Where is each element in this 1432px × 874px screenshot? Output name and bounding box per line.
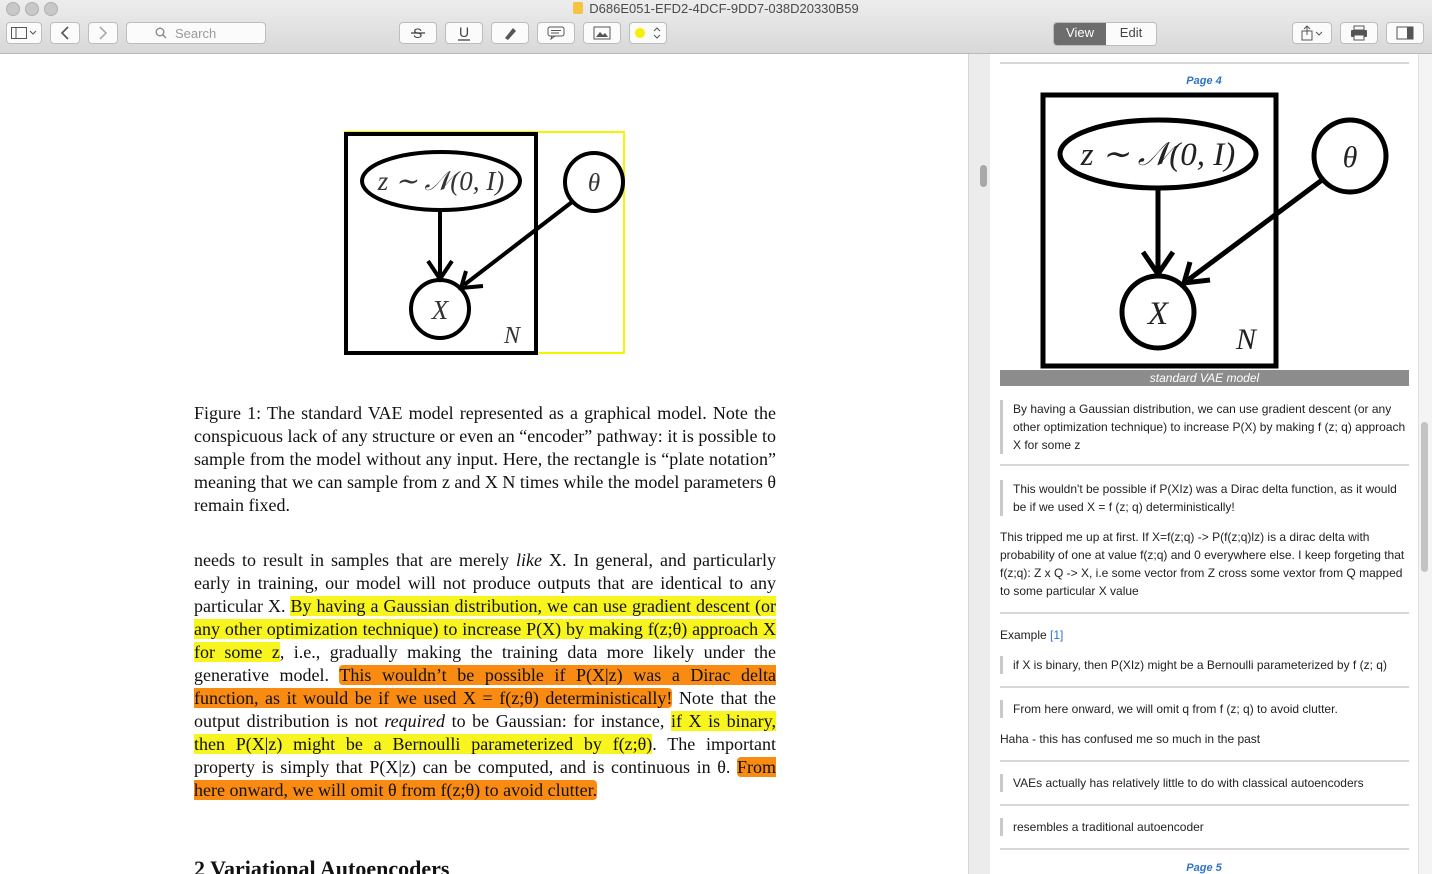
page-5-label[interactable]: Page 5 [990, 862, 1418, 874]
thumbnail-latent-label: z ∼ 𝒩(0, I) [1080, 137, 1236, 173]
comment-text[interactable]: Haha - this has confused me so much in t… [1000, 730, 1409, 748]
thumbnail-caption: standard VAE model [1000, 370, 1409, 386]
image-button[interactable] [583, 22, 621, 44]
figure-thumbnail[interactable]: z ∼ 𝒩(0, I) θ X N [1000, 92, 1409, 372]
section-heading: 2 Variational Autoencoders [194, 856, 450, 874]
figure-caption: Figure 1: The standard VAE model represe… [194, 403, 776, 515]
svg-text:U: U [459, 25, 469, 40]
image-icon [593, 26, 611, 40]
divider [1000, 612, 1409, 614]
stepper-icon [653, 27, 661, 39]
chevron-right-icon [99, 26, 108, 40]
example-note[interactable]: Example [1] [1000, 626, 1409, 644]
document-icon [573, 2, 584, 14]
latent-node-label: z ∼ 𝒩(0, I) [377, 166, 504, 196]
window-toolbar: D686E051-EFD2-4DCF-9DD7-038D20330B59 Sea… [0, 0, 1432, 54]
parameter-node-label: θ [588, 170, 600, 197]
highlight-note[interactable]: if X is binary, then P(XIz) might be a B… [1000, 656, 1409, 674]
note-button[interactable] [537, 22, 575, 44]
reference-link[interactable]: [1] [1050, 628, 1063, 642]
underline-icon: U [458, 25, 470, 41]
observed-node-label: X [431, 295, 450, 325]
text-run: to be Gaussian: for instance, [445, 711, 671, 731]
page-4-label[interactable]: Page 4 [990, 75, 1418, 87]
document-scrollbar-thumb[interactable] [980, 165, 987, 187]
thumbnail-edge [1186, 177, 1324, 283]
forward-button[interactable] [88, 22, 118, 44]
divider [1000, 848, 1409, 850]
highlight-color-picker[interactable] [629, 22, 667, 44]
view-tab[interactable]: View [1054, 23, 1106, 45]
inspector-panel-icon [1396, 26, 1414, 40]
thumbnail-parameter-label: θ [1343, 141, 1358, 174]
comment-text[interactable]: This tripped me up at first. If X=f(z;q)… [1000, 528, 1409, 600]
notes-scrollbar-thumb[interactable] [1421, 422, 1428, 572]
inspector-toggle-button[interactable] [1386, 22, 1424, 44]
edit-tab[interactable]: Edit [1106, 23, 1156, 45]
speech-bubble-icon [547, 26, 565, 40]
back-button[interactable] [50, 22, 80, 44]
divider [1000, 686, 1409, 688]
strikethrough-icon: S [411, 25, 425, 41]
search-placeholder: Search [175, 25, 217, 41]
highlight-note[interactable]: VAEs actually has relatively little to d… [1000, 774, 1409, 792]
highlight-note[interactable]: From here onward, we will omit q from f … [1000, 700, 1409, 718]
search-input[interactable]: Search [126, 22, 266, 44]
thumbnail-plate-label: N [1235, 323, 1258, 356]
thumbnail-observed-label: X [1146, 296, 1170, 332]
view-edit-segmented-control: View Edit [1053, 22, 1157, 46]
divider [1000, 804, 1409, 806]
highlight-note[interactable]: This wouldn't be possible if P(XIz) was … [1000, 480, 1409, 516]
share-button[interactable] [1292, 22, 1332, 44]
example-label: Example [1000, 628, 1047, 642]
marker-icon [505, 28, 516, 40]
plate-label: N [503, 323, 522, 349]
text-run: needs to result in samples that are mere… [194, 550, 517, 570]
divider [1000, 62, 1409, 64]
window-title-text: D686E051-EFD2-4DCF-9DD7-038D20330B59 [589, 1, 859, 16]
body-paragraph: needs to result in samples that are mere… [194, 549, 776, 802]
document-page[interactable]: z ∼ 𝒩(0, I) θ X N Figure 1: The standard… [0, 54, 968, 874]
share-icon [1301, 25, 1323, 41]
highlight-note[interactable]: resembles a traditional autoencoder [1000, 818, 1409, 836]
window-title: D686E051-EFD2-4DCF-9DD7-038D20330B59 [0, 0, 1432, 17]
printer-icon [1351, 25, 1367, 41]
parameter-to-observed-edge [462, 200, 574, 287]
notes-sidebar: Page 4 z ∼ 𝒩(0, I) θ X N standard VAE mo… [990, 54, 1418, 874]
print-button[interactable] [1340, 22, 1378, 44]
strikethrough-button[interactable]: S [399, 22, 437, 44]
text-run-italic: like [516, 550, 543, 570]
chevron-left-icon [60, 26, 69, 40]
vae-graphical-model: z ∼ 𝒩(0, I) θ X N [344, 132, 625, 355]
divider [1000, 464, 1409, 466]
color-swatch-icon [635, 28, 645, 38]
underline-button[interactable]: U [445, 22, 483, 44]
divider [1000, 760, 1409, 762]
search-icon [155, 27, 167, 39]
sidebar-icon [11, 27, 37, 39]
sidebar-toggle-button[interactable] [6, 22, 42, 44]
highlight-button[interactable] [491, 22, 529, 44]
highlight-note[interactable]: By having a Gaussian distribution, we ca… [1000, 400, 1409, 454]
text-run-italic: required [384, 711, 445, 731]
